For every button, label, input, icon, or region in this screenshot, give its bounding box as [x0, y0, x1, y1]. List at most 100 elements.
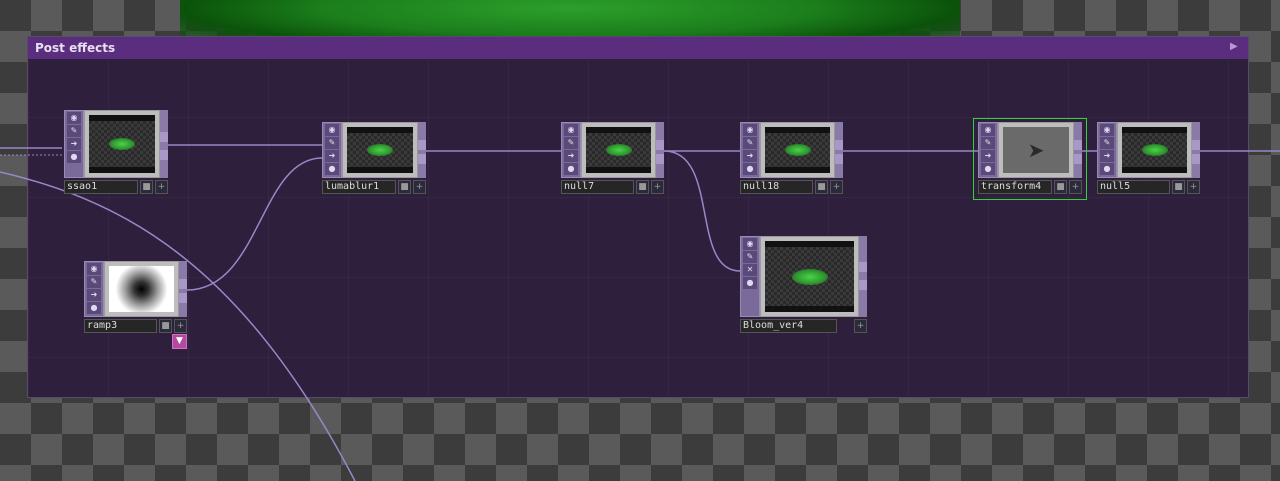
- node-display-flag-icon[interactable]: ■: [398, 180, 411, 194]
- node-thumbnail-frame: [581, 122, 656, 178]
- cook-icon[interactable]: ➜: [743, 150, 757, 162]
- cook-icon[interactable]: ➜: [1100, 150, 1114, 162]
- lock-icon[interactable]: ●: [87, 302, 101, 314]
- node-thumbnail-frame: [342, 122, 418, 178]
- cook-icon[interactable]: ➜: [67, 138, 81, 150]
- viewer-icon[interactable]: ◉: [87, 263, 101, 275]
- node-thumbnail: [109, 266, 174, 312]
- viewer-icon[interactable]: ◉: [743, 238, 757, 250]
- wire-ramp-lumablur: [186, 157, 323, 291]
- node-flag-strip: ◉ ✎ ➜ ●: [978, 122, 998, 178]
- lock-icon[interactable]: ●: [743, 163, 757, 175]
- node-add-icon[interactable]: +: [854, 319, 867, 333]
- node-thumbnail: [765, 241, 854, 312]
- node-add-icon[interactable]: +: [174, 319, 187, 333]
- viewer-icon[interactable]: ◉: [981, 124, 995, 136]
- cook-icon[interactable]: ➜: [981, 150, 995, 162]
- node-display-flag-icon[interactable]: ■: [159, 319, 172, 333]
- wire-null7-bloom: [663, 150, 741, 272]
- node-flag-strip: ◉ ✎ ➜ ●: [64, 110, 84, 178]
- bypass-icon[interactable]: ✎: [743, 137, 757, 149]
- node-add-icon[interactable]: +: [1187, 180, 1200, 194]
- node-add-icon[interactable]: +: [1069, 180, 1082, 194]
- node-display-flag-icon[interactable]: ■: [1054, 180, 1067, 194]
- node-name[interactable]: null5: [1097, 180, 1170, 194]
- node-name[interactable]: transform4: [978, 180, 1052, 194]
- node-name[interactable]: null18: [740, 180, 813, 194]
- node-thumbnail-frame: ➤: [998, 122, 1074, 178]
- viewer-icon[interactable]: ◉: [564, 124, 578, 136]
- node-thumbnail: ➤: [1003, 127, 1069, 173]
- clear-icon[interactable]: ✕: [743, 264, 757, 276]
- node-thumbnail: [1122, 127, 1187, 173]
- node-null5[interactable]: ◉ ✎ ➜ ● null5 ■ +: [1097, 122, 1200, 194]
- bypass-icon[interactable]: ✎: [743, 251, 757, 263]
- viewer-icon[interactable]: ◉: [1100, 124, 1114, 136]
- node-lumablur1[interactable]: ◉ ✎ ➜ ● lumablur1 ■ +: [322, 122, 426, 194]
- node-thumbnail-frame: [104, 261, 179, 317]
- bypass-icon[interactable]: ✎: [67, 125, 81, 137]
- node-add-icon[interactable]: +: [830, 180, 843, 194]
- node-bloom-ver4[interactable]: ◉ ✎ ✕ ● Bloom_ver4 +: [740, 230, 867, 333]
- lock-icon[interactable]: ●: [743, 277, 757, 289]
- bypass-icon[interactable]: ✎: [564, 137, 578, 149]
- viewer-icon[interactable]: ◉: [325, 124, 339, 136]
- bypass-icon[interactable]: ✎: [981, 137, 995, 149]
- node-display-flag-icon[interactable]: ■: [815, 180, 828, 194]
- node-thumbnail: [89, 115, 155, 173]
- node-transform4[interactable]: ◉ ✎ ➜ ● ➤ transform4 ■ +: [973, 118, 1087, 200]
- node-null7[interactable]: ◉ ✎ ➜ ● null7 ■ +: [561, 122, 664, 194]
- node-display-flag-icon[interactable]: ■: [1172, 180, 1185, 194]
- lock-icon[interactable]: ●: [325, 163, 339, 175]
- lock-icon[interactable]: ●: [564, 163, 578, 175]
- node-null18[interactable]: ◉ ✎ ➜ ● null18 ■ +: [740, 122, 843, 194]
- node-thumbnail-frame: [760, 122, 835, 178]
- output-connector[interactable]: [1192, 122, 1200, 178]
- viewer-icon[interactable]: ◉: [743, 124, 757, 136]
- node-flag-strip: ◉ ✎ ➜ ●: [1097, 122, 1117, 178]
- node-add-icon[interactable]: +: [155, 180, 168, 194]
- bypass-icon[interactable]: ✎: [325, 137, 339, 149]
- output-connector[interactable]: [1074, 122, 1082, 178]
- lock-icon[interactable]: ●: [1100, 163, 1114, 175]
- node-flag-strip: ◉ ✎ ➜ ●: [561, 122, 581, 178]
- node-thumbnail: [586, 127, 651, 173]
- lock-icon[interactable]: ●: [67, 151, 81, 163]
- node-name[interactable]: lumablur1: [322, 180, 396, 194]
- node-name[interactable]: Bloom_ver4: [740, 319, 837, 333]
- node-thumbnail-frame: [1117, 122, 1192, 178]
- node-flag-strip: ◉ ✎ ✕ ●: [740, 236, 760, 317]
- bypass-icon[interactable]: ✎: [1100, 137, 1114, 149]
- output-connector[interactable]: [656, 122, 664, 178]
- output-connector[interactable]: [835, 122, 843, 178]
- arrow-icon: ➤: [1027, 138, 1045, 162]
- node-thumbnail-frame: [760, 236, 859, 317]
- node-display-flag-icon[interactable]: ■: [140, 180, 153, 194]
- node-thumbnail-frame: [84, 110, 160, 178]
- output-connector[interactable]: [160, 110, 168, 178]
- node-add-icon[interactable]: +: [413, 180, 426, 194]
- node-add-icon[interactable]: +: [651, 180, 664, 194]
- node-thumbnail: [765, 127, 830, 173]
- wires-layer: [0, 144, 1280, 481]
- node-thumbnail: [347, 127, 413, 173]
- cook-icon[interactable]: ➜: [564, 150, 578, 162]
- output-connector[interactable]: [418, 122, 426, 178]
- cook-icon[interactable]: ➜: [87, 289, 101, 301]
- node-ssao1[interactable]: ◉ ✎ ➜ ● ssao1 ■ +: [64, 110, 168, 194]
- output-connector[interactable]: [179, 261, 187, 317]
- down-arrow-icon[interactable]: ▼: [172, 334, 187, 349]
- node-display-flag-icon[interactable]: ■: [636, 180, 649, 194]
- node-flag-strip: ◉ ✎ ➜ ●: [740, 122, 760, 178]
- lock-icon[interactable]: ●: [981, 163, 995, 175]
- node-name[interactable]: ssao1: [64, 180, 138, 194]
- node-flag-strip: ◉ ✎ ➜ ●: [84, 261, 104, 317]
- node-name[interactable]: null7: [561, 180, 634, 194]
- viewer-icon[interactable]: ◉: [67, 112, 81, 124]
- bypass-icon[interactable]: ✎: [87, 276, 101, 288]
- node-flag-strip: ◉ ✎ ➜ ●: [322, 122, 342, 178]
- node-ramp3[interactable]: ◉ ✎ ➜ ● ramp3 ■ +: [84, 261, 187, 333]
- node-name[interactable]: ramp3: [84, 319, 157, 333]
- output-connector[interactable]: [859, 236, 867, 317]
- cook-icon[interactable]: ➜: [325, 150, 339, 162]
